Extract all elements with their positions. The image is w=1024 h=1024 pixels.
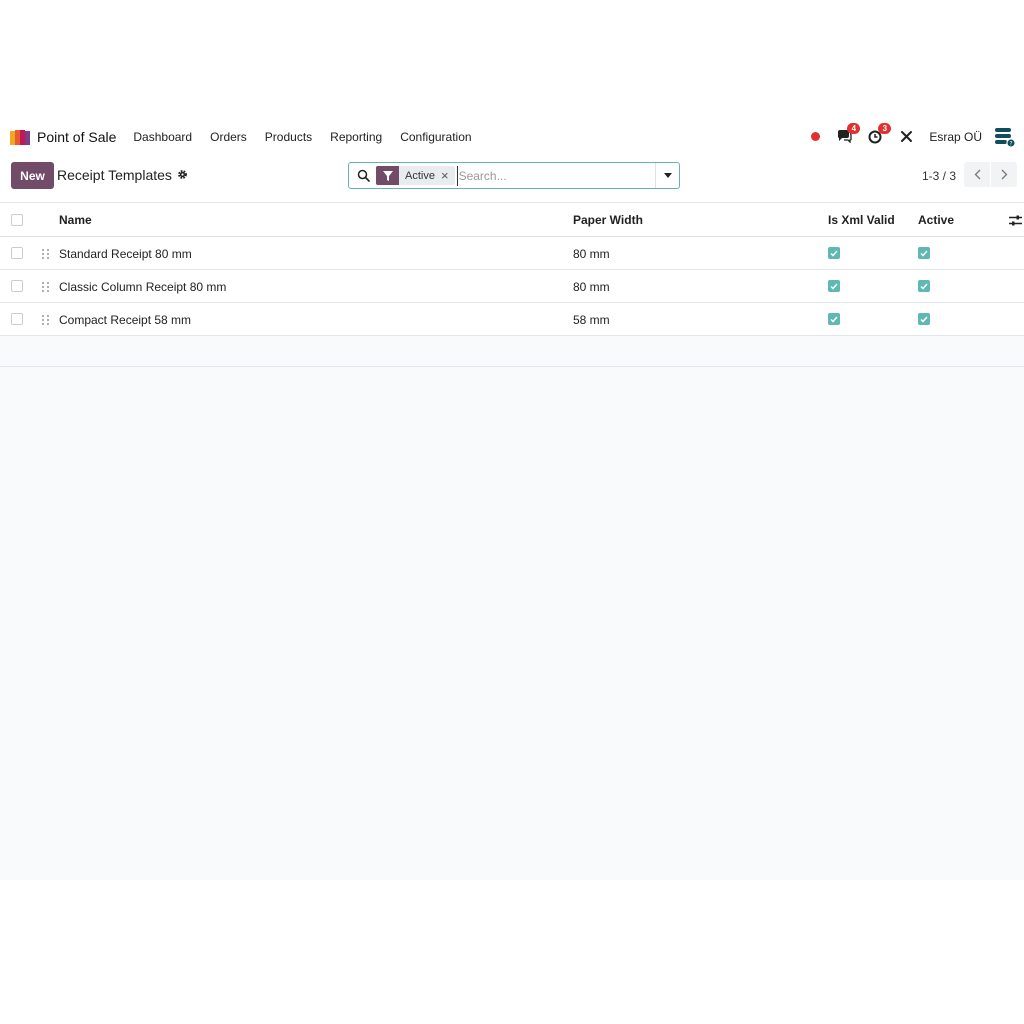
row-checkbox[interactable] — [11, 280, 23, 292]
app-name: Point of Sale — [37, 128, 117, 145]
row-checkbox[interactable] — [11, 247, 23, 259]
page-title: Receipt Templates — [57, 167, 172, 183]
main-menu: Dashboard Orders Products Reporting Conf… — [125, 130, 481, 144]
search-input[interactable] — [456, 165, 642, 186]
search-icon[interactable] — [357, 169, 370, 182]
cell-paper-width: 58 mm — [573, 313, 610, 327]
company-switcher[interactable]: Esrap OÜ — [929, 130, 982, 144]
check-icon — [830, 250, 838, 257]
pager-next-button[interactable] — [991, 162, 1017, 187]
check-icon — [830, 283, 838, 290]
active-checkbox — [918, 313, 930, 325]
list-view-table: Name Paper Width Is Xml Valid Active Sta… — [0, 203, 1024, 367]
cell-name: Compact Receipt 58 mm — [59, 313, 192, 327]
menu-configuration[interactable]: Configuration — [400, 130, 471, 144]
drag-handle-icon[interactable] — [41, 248, 50, 260]
search-facet: Active × — [376, 166, 455, 185]
cell-paper-width: 80 mm — [573, 247, 610, 261]
menu-dashboard[interactable]: Dashboard — [133, 130, 192, 144]
caret-down-icon — [663, 173, 672, 178]
svg-text:?: ? — [1009, 140, 1012, 147]
column-header-paper-width[interactable]: Paper Width — [573, 213, 643, 227]
messages-badge: 4 — [847, 122, 861, 134]
table-row[interactable]: Classic Column Receipt 80 mm 80 mm — [0, 270, 1024, 303]
activities-badge: 3 — [878, 122, 892, 134]
search-bar: Active × — [348, 162, 680, 189]
menu-orders[interactable]: Orders — [210, 130, 247, 144]
facet-remove-icon[interactable]: × — [441, 168, 455, 183]
menu-products[interactable]: Products — [265, 130, 312, 144]
table-header: Name Paper Width Is Xml Valid Active — [0, 203, 1024, 237]
xml-valid-checkbox — [828, 280, 840, 292]
search-options-toggle[interactable] — [655, 163, 679, 188]
app-brand[interactable]: Point of Sale — [10, 129, 116, 145]
column-header-active[interactable]: Active — [918, 213, 954, 227]
drag-handle-icon[interactable] — [41, 314, 50, 326]
user-avatar[interactable]: ? — [994, 126, 1016, 148]
recording-dot-icon[interactable] — [811, 132, 821, 141]
activities-button[interactable]: 3 — [865, 122, 892, 147]
user-avatar-icon: ? — [995, 127, 1016, 147]
new-button[interactable]: New — [11, 162, 54, 189]
facet-label: Active — [405, 169, 435, 182]
cell-paper-width: 80 mm — [573, 280, 610, 294]
table-row[interactable]: Compact Receipt 58 mm 58 mm — [0, 303, 1024, 336]
debug-tools-button[interactable] — [896, 127, 916, 147]
select-all-checkbox[interactable] — [11, 214, 23, 226]
check-icon — [830, 316, 838, 323]
control-panel: New Receipt Templates Active × Search...… — [0, 153, 1024, 203]
pager-value[interactable]: 1-3 / 3 — [922, 169, 956, 183]
xml-valid-checkbox — [828, 247, 840, 259]
table-row[interactable]: Standard Receipt 80 mm 80 mm — [0, 237, 1024, 270]
active-checkbox — [918, 247, 930, 259]
row-checkbox[interactable] — [11, 313, 23, 325]
menu-reporting[interactable]: Reporting — [330, 130, 382, 144]
tools-icon — [900, 131, 912, 142]
gear-icon[interactable] — [177, 169, 188, 180]
xml-valid-checkbox — [828, 313, 840, 325]
app-window: Point of Sale Dashboard Orders Products … — [0, 120, 1024, 880]
table-empty-row — [0, 336, 1024, 367]
messages-button[interactable]: 4 — [834, 122, 861, 147]
cell-name: Standard Receipt 80 mm — [59, 247, 192, 261]
check-icon — [920, 250, 928, 257]
column-header-xml-valid[interactable]: Is Xml Valid — [828, 213, 895, 227]
cell-name: Classic Column Receipt 80 mm — [59, 280, 227, 294]
filter-icon — [376, 166, 399, 185]
main-navbar: Point of Sale Dashboard Orders Products … — [0, 120, 1024, 153]
active-checkbox — [918, 280, 930, 292]
pos-logo-icon — [10, 129, 30, 145]
check-icon — [920, 316, 928, 323]
drag-handle-icon[interactable] — [41, 281, 50, 293]
check-icon — [920, 283, 928, 290]
chevron-left-icon — [974, 169, 980, 180]
optional-columns-icon[interactable] — [1009, 214, 1022, 227]
pager-previous-button[interactable] — [964, 162, 990, 187]
navbar-systray: 4 3 Esrap OÜ ? — [811, 120, 1024, 153]
column-header-name[interactable]: Name — [59, 213, 92, 227]
chevron-right-icon — [1001, 169, 1007, 180]
